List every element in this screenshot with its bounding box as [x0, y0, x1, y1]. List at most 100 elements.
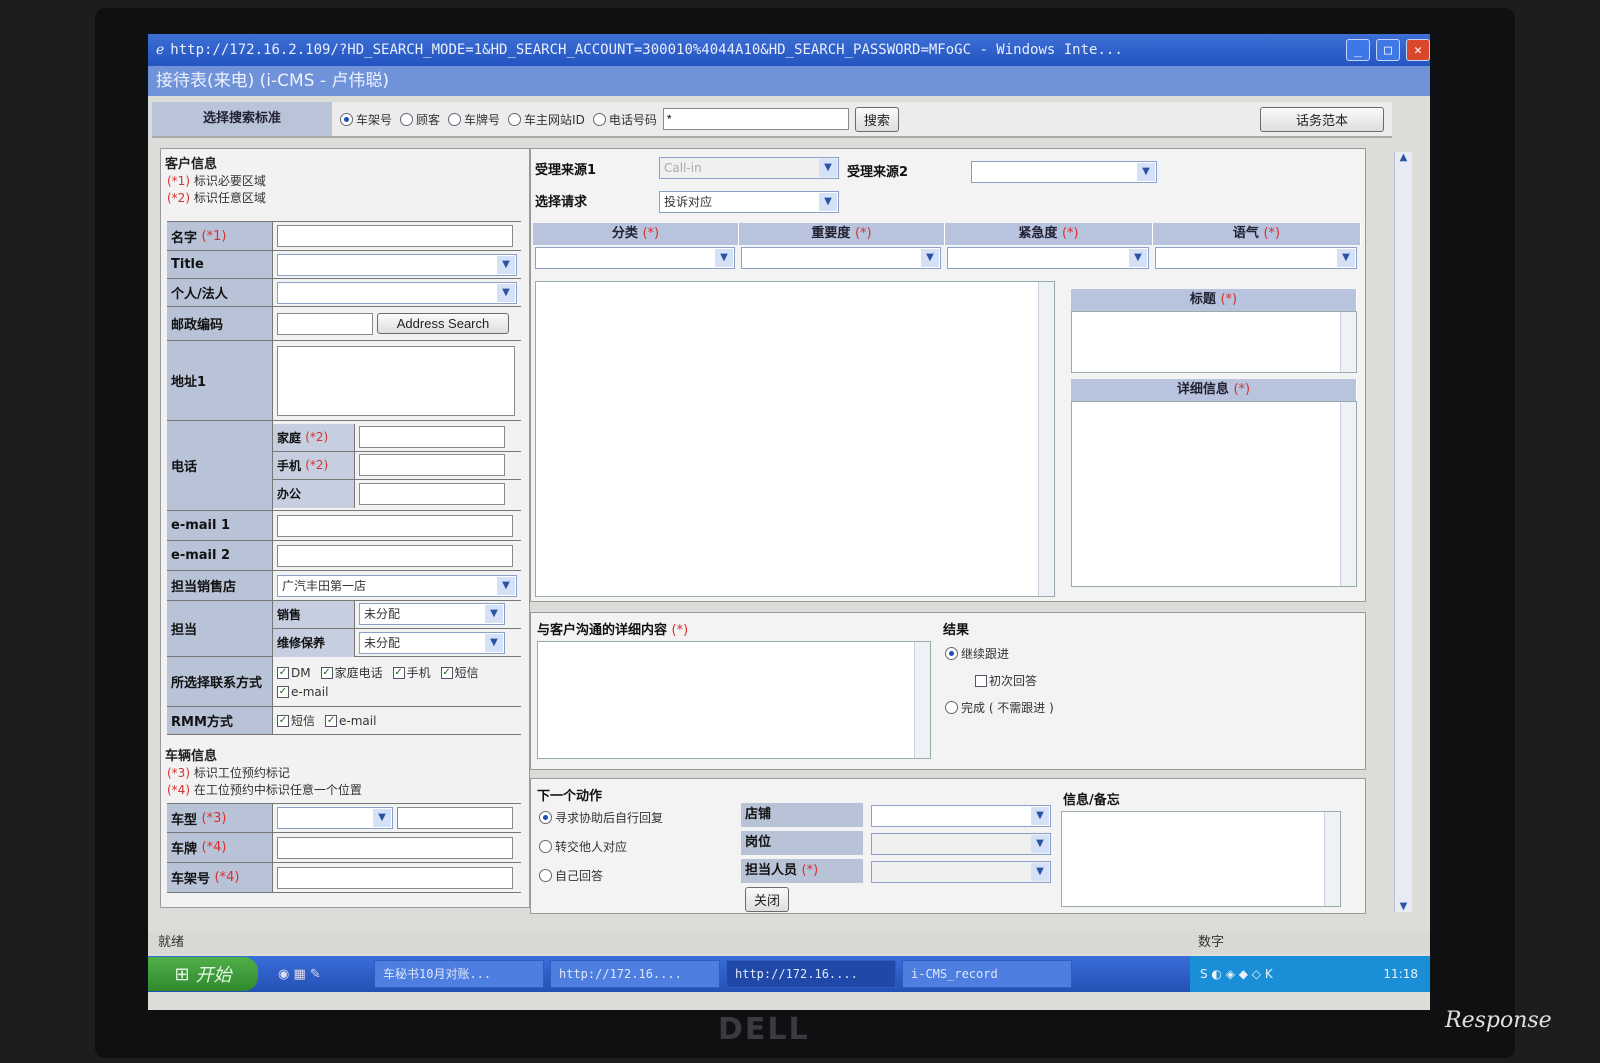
checkbox-email[interactable]: ✓ e-mail [277, 685, 328, 699]
search-button[interactable]: 搜索 [854, 106, 899, 132]
email2-input[interactable] [277, 544, 513, 567]
radio-complete[interactable]: 完成 ( 不需跟进 ) [945, 699, 1054, 716]
communication-textarea[interactable] [537, 641, 931, 759]
scroll-down-icon[interactable]: ▼ [1395, 901, 1412, 912]
importance-select[interactable]: ▼ [741, 247, 941, 269]
radio-transfer[interactable]: 转交他人对应 [539, 838, 627, 855]
scroll-up-icon[interactable]: ▲ [1395, 152, 1412, 163]
plate-input[interactable] [277, 836, 513, 859]
task-excel[interactable]: 车秘书10月对账... [374, 960, 544, 988]
radio-website-id[interactable]: 车主网站ID [508, 111, 585, 128]
urgency-header: 紧急度 (*) [945, 223, 1153, 245]
vehicle-info-section: 车辆信息 (*3) 标识工位预约标记 (*4) 在工位预约中标识任意一个位置 [161, 741, 362, 798]
checkbox-dm[interactable]: ✓ DM [277, 666, 311, 680]
radio-customer[interactable]: 顾客 [400, 111, 440, 128]
chevron-down-icon: ▼ [1137, 163, 1155, 181]
source1-select[interactable]: Call-in ▼ [659, 157, 839, 179]
checkbox-rmm-email[interactable]: ✓ e-mail [325, 714, 376, 728]
task-icms-record[interactable]: i-CMS_record [902, 960, 1072, 988]
home-phone-input[interactable] [359, 426, 505, 448]
request-select[interactable]: 投诉对应 ▼ [659, 191, 839, 213]
office-phone-row: 办公 [273, 479, 521, 508]
chevron-down-icon: ▼ [1031, 807, 1049, 825]
radio-answer-self[interactable]: 自己回答 [539, 867, 603, 884]
email1-label: e-mail 1 [167, 511, 273, 540]
source1-label: 受理来源1 [535, 163, 597, 178]
person-type-select[interactable]: ▼ [277, 281, 517, 304]
scrollbar[interactable] [1324, 812, 1340, 906]
urgency-select[interactable]: ▼ [947, 247, 1149, 269]
window-title: http://172.16.2.109/?HD_SEARCH_MODE=1&HD… [170, 42, 1123, 58]
person-select[interactable]: ▼ [871, 861, 1051, 883]
model-input[interactable] [397, 807, 513, 829]
minimize-button[interactable]: _ [1346, 39, 1370, 61]
scrollbar[interactable] [1038, 282, 1054, 596]
radio-dot [400, 112, 414, 126]
next-store-select[interactable]: ▼ [871, 805, 1051, 827]
memo-textarea[interactable] [1061, 811, 1341, 907]
radio-vin[interactable]: 车架号 [340, 111, 392, 128]
checkbox-first-answer[interactable]: 初次回答 [975, 672, 1037, 689]
clock: 11:18 [1383, 967, 1418, 981]
page-scrollbar[interactable]: ▲ ▼ [1394, 152, 1412, 912]
task-ie-2[interactable]: http://172.16.... [726, 960, 896, 988]
address-textarea[interactable] [277, 345, 515, 416]
scrollbar[interactable] [1340, 402, 1356, 586]
email1-row: e-mail 1 [167, 511, 521, 541]
scrollbar[interactable] [914, 642, 930, 758]
classification-list[interactable] [535, 281, 1055, 597]
script-template-button[interactable]: 话务范本 [1260, 106, 1384, 132]
customer-info-header: 客户信息 [165, 157, 218, 172]
close-window-button[interactable]: ✕ [1406, 39, 1430, 61]
service-select[interactable]: 未分配 ▼ [359, 631, 505, 654]
scrollbar[interactable] [1340, 312, 1356, 372]
memo-label: 信息/备忘 [1063, 793, 1120, 808]
vin-input[interactable] [277, 866, 513, 889]
name-input[interactable] [277, 225, 513, 247]
radio-plate[interactable]: 车牌号 [448, 111, 500, 128]
office-phone-input[interactable] [359, 482, 505, 505]
store-label: 担当销售店 [167, 571, 273, 600]
store-select[interactable]: 广汽丰田第一店 ▼ [277, 574, 517, 597]
title-select[interactable]: ▼ [277, 253, 517, 276]
chevron-down-icon: ▼ [921, 249, 939, 267]
app-title: 接待表(来电) (i-CMS - 卢伟聪) [148, 66, 1430, 96]
category-select[interactable]: ▼ [535, 247, 735, 269]
tray-icons[interactable]: S ◐ ◈ ◆ ◇ K [1190, 967, 1273, 981]
store-row: 担当销售店 广汽丰田第一店 ▼ [167, 571, 521, 601]
result-label: 结果 [943, 623, 970, 638]
search-criteria-label: 选择搜索标准 [152, 102, 332, 136]
postal-label: 邮政编码 [167, 307, 273, 340]
chevron-down-icon: ▼ [497, 576, 515, 595]
checkbox-mobile[interactable]: ✓ 手机 [392, 664, 431, 681]
checkbox-rmm-sms[interactable]: ✓ 短信 [277, 712, 315, 729]
mobile-phone-input[interactable] [359, 454, 505, 476]
radio-dot [592, 112, 606, 126]
maximize-button[interactable]: □ [1376, 39, 1400, 61]
subject-textarea[interactable] [1071, 311, 1357, 373]
checkbox-sms[interactable]: ✓ 短信 [440, 664, 479, 681]
sales-select[interactable]: 未分配 ▼ [359, 603, 505, 625]
close-button[interactable]: 关闭 [745, 887, 789, 912]
ie-icon: ℯ [156, 42, 165, 58]
email1-input[interactable] [277, 514, 513, 537]
address-search-button[interactable]: Address Search [377, 313, 509, 334]
search-input[interactable] [662, 108, 849, 130]
radio-dot [539, 869, 552, 882]
checkbox-home-phone[interactable]: ✓ 家庭电话 [320, 664, 383, 681]
category-header: 分类 (*) [533, 223, 739, 245]
radio-phone[interactable]: 电话号码 [592, 111, 657, 128]
windows-logo-icon: ⊞ [174, 963, 190, 985]
position-select[interactable]: ▼ [871, 833, 1051, 855]
postal-input[interactable] [277, 312, 373, 335]
task-ie-1[interactable]: http://172.16.... [550, 960, 720, 988]
source2-select[interactable]: ▼ [971, 161, 1157, 183]
model-select[interactable]: ▼ [277, 807, 393, 829]
quick-launch-icons[interactable]: ◉ ▦ ✎ [258, 967, 368, 982]
radio-self-reply[interactable]: 寻求协助后自行回复 [539, 809, 663, 826]
radio-continue-followup[interactable]: 继续跟进 [945, 645, 1009, 662]
position-label: 岗位 [741, 831, 863, 855]
tone-select[interactable]: ▼ [1155, 247, 1357, 269]
detail-textarea[interactable] [1071, 401, 1357, 587]
start-button[interactable]: ⊞ 开始 [148, 957, 258, 991]
